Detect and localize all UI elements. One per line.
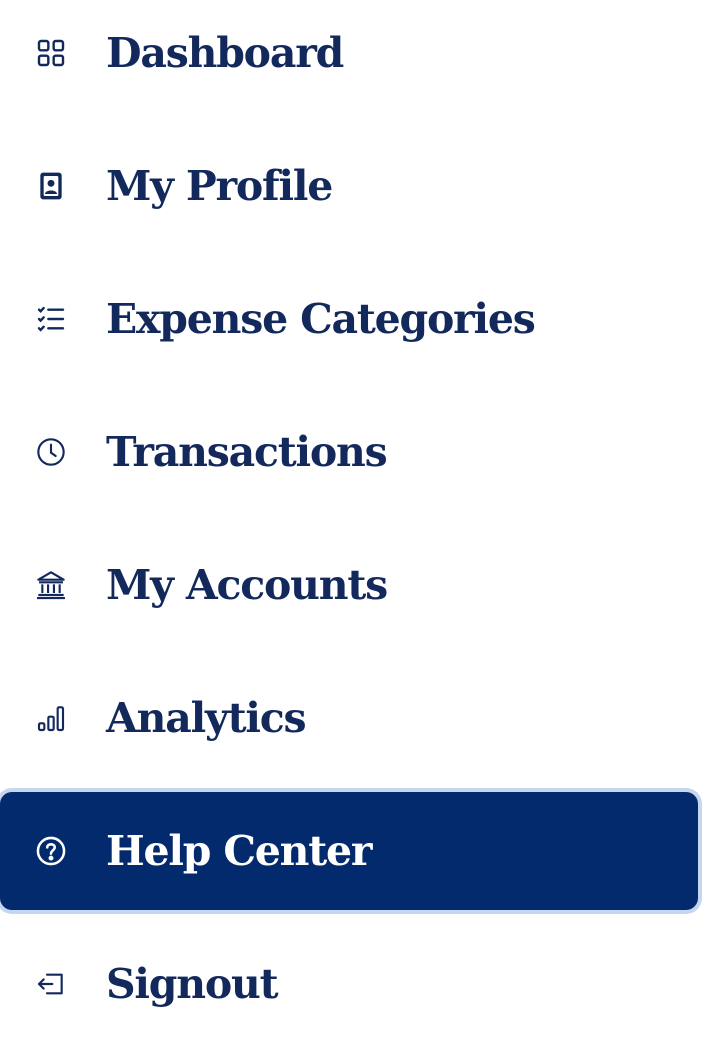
list-icon [34, 302, 68, 336]
profile-badge-icon [34, 169, 68, 203]
bar-chart-icon [34, 701, 68, 735]
sidebar-item-label: Signout [106, 960, 279, 1008]
sidebar-item-my-accounts[interactable]: My Accounts [0, 526, 698, 644]
sidebar-item-expense-categories[interactable]: Expense Categories [0, 260, 698, 378]
help-circle-icon [34, 834, 68, 868]
sidebar-item-my-profile[interactable]: My Profile [0, 127, 698, 245]
clock-icon [34, 435, 68, 469]
sidebar-nav: Dashboard My Profile Expense Categories … [0, 0, 702, 1037]
sidebar-item-label: My Profile [106, 162, 333, 210]
sidebar-item-dashboard[interactable]: Dashboard [0, 0, 698, 112]
sidebar-item-label: Help Center [106, 827, 372, 875]
signout-icon [34, 967, 68, 1001]
sidebar-item-label: My Accounts [106, 561, 388, 609]
sidebar-item-label: Transactions [106, 428, 388, 476]
sidebar-item-label: Analytics [106, 694, 307, 742]
sidebar-item-analytics[interactable]: Analytics [0, 659, 698, 777]
sidebar-item-label: Expense Categories [106, 295, 536, 343]
sidebar-item-label: Dashboard [106, 29, 344, 77]
grid-icon [34, 36, 68, 70]
bank-icon [34, 568, 68, 602]
sidebar-item-transactions[interactable]: Transactions [0, 393, 698, 511]
sidebar-item-help-center[interactable]: Help Center [0, 792, 698, 910]
sidebar-item-signout[interactable]: Signout [0, 925, 698, 1037]
